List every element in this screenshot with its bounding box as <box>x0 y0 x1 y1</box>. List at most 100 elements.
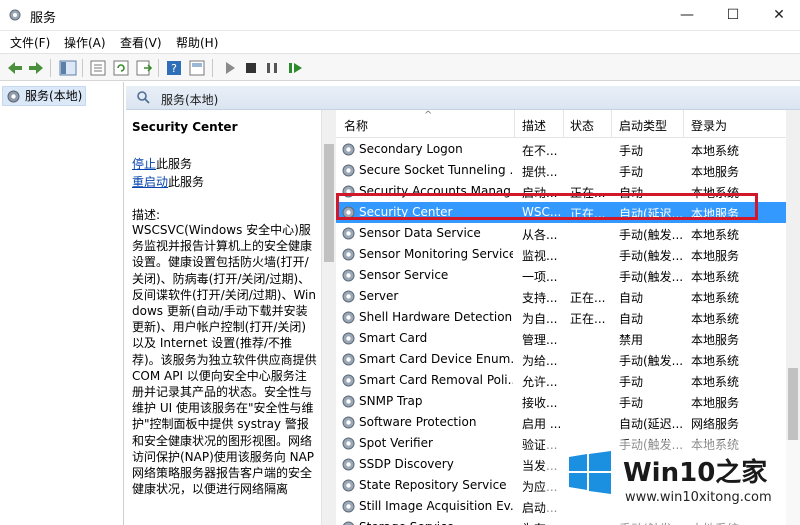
service-name: Secondary Logon <box>359 142 463 156</box>
menu-file[interactable]: 文件(F) <box>10 34 50 51</box>
list-scrollbar-thumb[interactable] <box>788 368 798 440</box>
close-button[interactable]: ✕ <box>756 0 800 30</box>
service-log-on-as: 本地系统 <box>691 375 740 389</box>
service-log-on-as: 本地服务 <box>691 165 740 179</box>
service-gear-icon <box>342 311 355 324</box>
minimize-button[interactable]: — <box>664 0 710 30</box>
console-tree-icon[interactable] <box>58 58 78 78</box>
selection-highlight-box <box>336 193 758 220</box>
service-description-cell: 允许... <box>522 375 558 389</box>
service-status: 正在... <box>570 312 606 326</box>
service-gear-icon <box>342 332 355 345</box>
service-log-on-as: 本地系统 <box>691 354 740 368</box>
details-scrollbar[interactable] <box>321 110 336 525</box>
restart-service-link[interactable]: 重启动 <box>132 175 168 189</box>
restart-service-suffix: 此服务 <box>168 175 205 189</box>
service-description-cell: 为自... <box>522 312 558 326</box>
service-startup-type: 自动 <box>619 312 644 326</box>
service-gear-icon <box>342 164 355 177</box>
service-row[interactable]: Shell Hardware Detection 为自... 正在... 自动 本地系统 <box>336 307 786 328</box>
show-hide-icon[interactable] <box>187 58 207 78</box>
menu-view[interactable]: 查看(V) <box>120 34 162 51</box>
search-magnifier-icon <box>137 91 150 104</box>
service-name: State Repository Service <box>359 478 507 492</box>
service-name: Shell Hardware Detection <box>359 310 513 324</box>
service-name: Smart Card Device Enum... <box>359 352 513 366</box>
service-startup-type: 手动 <box>619 375 644 389</box>
service-row[interactable]: Smart Card Removal Poli... 允许... 手动 本地系统 <box>336 370 786 391</box>
service-gear-icon <box>342 143 355 156</box>
refresh-icon[interactable] <box>111 58 131 78</box>
service-row[interactable]: Server 支持... 正在... 自动 本地系统 <box>336 286 786 307</box>
service-gear-icon <box>342 227 355 240</box>
service-row[interactable]: Secondary Logon 在不... 手动 本地系统 <box>336 139 786 160</box>
service-startup-type: 手动 <box>619 396 644 410</box>
service-gear-icon <box>342 437 355 450</box>
service-name: SNMP Trap <box>359 394 423 408</box>
watermark-url: www.win10xitong.com <box>625 490 772 505</box>
column-header-name[interactable]: 名称 <box>344 117 368 134</box>
service-startup-type: 手动 <box>619 165 644 179</box>
menu-action[interactable]: 操作(A) <box>64 34 106 51</box>
details-scrollbar-thumb[interactable] <box>324 144 334 262</box>
service-description-cell: 为给... <box>522 354 558 368</box>
tree-item-label: 服务(本地) <box>25 89 83 103</box>
service-gear-icon <box>343 521 354 525</box>
menu-bar: 文件(F) 操作(A) 查看(V) 帮助(H) <box>0 31 800 53</box>
service-description-cell: 启用 ... <box>522 417 562 431</box>
services-gear-icon <box>7 90 20 103</box>
service-startup-type: 自动 <box>619 291 644 305</box>
service-description-cell: 一项... <box>522 270 558 284</box>
column-header-description[interactable]: 描述 <box>522 117 546 134</box>
service-row[interactable]: Smart Card Device Enum... 为给... 手动(触发... 本地… <box>336 349 786 370</box>
service-gear-icon <box>342 500 355 513</box>
service-row[interactable]: Software Protection 启用 ... 自动(延迟... 网络服务 <box>336 412 786 433</box>
watermark: Win10之家 www.win10xitong.com <box>545 440 800 525</box>
back-arrow-icon[interactable] <box>5 58 25 78</box>
windows-logo-icon <box>569 451 611 494</box>
help-icon[interactable]: ? <box>164 58 184 78</box>
service-gear-icon <box>342 269 355 282</box>
service-row[interactable]: Sensor Monitoring Service 监视... 手动(触发... 本地… <box>336 244 786 265</box>
list-header: ^ 名称 描述 状态 启动类型 登录为 <box>336 110 786 138</box>
service-gear-icon <box>342 479 355 492</box>
start-service-icon[interactable] <box>220 58 240 78</box>
console-tree: 服务(本地) <box>0 82 124 525</box>
service-name: Software Protection <box>359 415 477 429</box>
service-row[interactable]: Smart Card 管理... 禁用 本地服务 <box>336 328 786 349</box>
properties-icon[interactable] <box>88 58 108 78</box>
service-description-cell: 在不... <box>522 144 558 158</box>
restart-service-line: 重启动此服务 <box>132 173 204 190</box>
forward-arrow-icon[interactable] <box>26 58 46 78</box>
column-header-startup-type[interactable]: 启动类型 <box>619 117 667 134</box>
selected-service-title: Security Center <box>132 120 238 134</box>
stop-service-icon[interactable] <box>241 58 261 78</box>
resume-service-icon[interactable] <box>285 58 305 78</box>
column-header-log-on-as[interactable]: 登录为 <box>691 117 727 134</box>
service-status: 正在... <box>570 291 606 305</box>
service-log-on-as: 本地系统 <box>691 228 740 242</box>
service-row[interactable]: Secure Socket Tunneling ... 提供... 手动 本地服务 <box>336 160 786 181</box>
pause-service-icon[interactable] <box>262 58 282 78</box>
export-list-icon[interactable] <box>134 58 154 78</box>
column-header-status[interactable]: 状态 <box>570 117 594 134</box>
services-gear-icon <box>9 9 21 21</box>
description-label: 描述: <box>132 208 161 222</box>
service-log-on-as: 本地系统 <box>691 270 740 284</box>
pane-header: 服务(本地) <box>126 86 800 110</box>
service-startup-type: 禁用 <box>619 333 644 347</box>
service-description-cell: 提供... <box>522 165 558 179</box>
stop-service-link[interactable]: 停止 <box>132 157 156 171</box>
service-description-cell: 支持... <box>522 291 558 305</box>
service-name: Sensor Data Service <box>359 226 481 240</box>
service-gear-icon <box>342 374 355 387</box>
service-log-on-as: 本地服务 <box>691 333 740 347</box>
tree-item-services-local[interactable]: 服务(本地) <box>2 86 86 106</box>
service-row[interactable]: Sensor Service 一项... 手动(触发... 本地系统 <box>336 265 786 286</box>
service-row[interactable]: SNMP Trap 接收... 手动 本地服务 <box>336 391 786 412</box>
service-name: Spot Verifier <box>359 436 433 450</box>
service-row[interactable]: Sensor Data Service 从各... 手动(触发... 本地系统 <box>336 223 786 244</box>
menu-help[interactable]: 帮助(H) <box>176 34 218 51</box>
maximize-button[interactable]: ☐ <box>710 0 756 30</box>
watermark-title-latin: Win10 <box>623 458 716 488</box>
